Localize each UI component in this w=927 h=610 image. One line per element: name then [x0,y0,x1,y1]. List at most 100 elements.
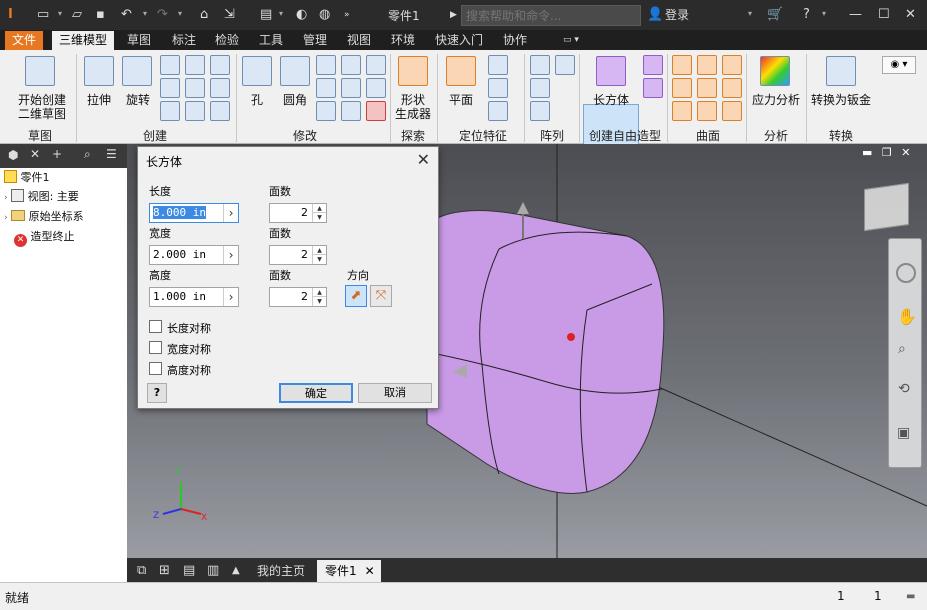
height-faces-value[interactable]: 2 [301,290,308,303]
height-value[interactable]: 1.000 in [153,290,206,303]
tab-menu-icon[interactable]: ▲ [224,560,248,582]
pan-icon[interactable]: ✋ [897,307,917,326]
derive-icon[interactable] [210,55,230,75]
tab-my-home[interactable]: 我的主页 [249,560,313,582]
fillet-icon[interactable] [280,56,310,86]
sweep-icon[interactable] [160,78,180,98]
steering-wheel-icon[interactable] [896,263,916,283]
unwrap-icon[interactable] [210,101,230,121]
height-menu-icon[interactable]: › [223,288,238,306]
stitch-icon[interactable] [672,55,692,75]
freeform-box-body[interactable] [426,210,665,494]
zoom-icon[interactable]: ⌕ [898,341,906,357]
login-dropdown-icon[interactable]: ▾ [748,9,752,18]
emboss-icon[interactable] [185,55,205,75]
width-symmetric-checkbox[interactable] [149,341,162,354]
shape-generator-icon[interactable] [398,56,428,86]
width-faces-spinner[interactable]: 2 ▲ ▼ [269,245,327,265]
cancel-button[interactable]: 取消 [358,383,432,403]
plane-icon[interactable] [446,56,476,86]
undo-dropdown-icon[interactable]: ▾ [143,9,147,18]
boundary-icon[interactable] [722,78,742,98]
circular-pattern-icon[interactable] [530,78,550,98]
trim-icon[interactable] [672,78,692,98]
spin-down-icon[interactable]: ▼ [312,213,326,222]
help-button[interactable]: ? [147,383,167,403]
revolve-button[interactable]: 旋转 [119,93,157,107]
more-icon[interactable]: » [344,7,350,23]
repair-icon[interactable] [697,101,717,121]
login-link[interactable]: 登录 [665,7,689,23]
delete-face-icon[interactable] [366,101,386,121]
convert-sheet-metal-icon[interactable] [826,56,856,86]
spin-down-icon[interactable]: ▼ [312,297,326,306]
combine-icon[interactable] [341,101,361,121]
spin-down-icon[interactable]: ▼ [312,255,326,264]
status-menu-icon[interactable]: ▬ [906,591,915,602]
ribbon-toggle-icon[interactable]: ▭ ▾ [556,31,586,50]
revolve-icon[interactable] [122,56,152,86]
minimize-view-icon[interactable]: ▬ [862,146,872,159]
convert-sheet-metal-button[interactable]: 转换为钣金 [808,93,874,107]
help-dropdown-icon[interactable]: ▾ [822,9,826,18]
redo-icon[interactable]: ↷ [157,7,168,23]
redo-dropdown-icon[interactable]: ▾ [178,9,182,18]
new-dropdown-icon[interactable]: ▾ [58,9,62,18]
close-tab-icon[interactable]: ✕ [365,560,375,582]
ucs-icon[interactable] [488,101,508,121]
thicken-icon[interactable] [366,55,386,75]
tab-view[interactable]: 视图 [340,31,378,50]
length-input[interactable]: 8.000 in › [149,203,239,223]
hole-button[interactable]: 孔 [240,93,274,107]
loft-icon[interactable] [160,55,180,75]
cart-icon[interactable]: 🛒 [767,7,783,23]
freeform-plane-icon[interactable] [643,55,663,75]
shell-icon[interactable] [316,78,336,98]
fillet-button[interactable]: 圆角 [276,93,314,107]
hole-icon[interactable] [242,56,272,86]
chamfer-icon[interactable] [316,55,336,75]
plane-button[interactable]: 平面 [442,93,480,107]
expand-icon[interactable]: › [4,193,8,203]
expand-icon[interactable]: › [4,213,8,223]
tree-item-origin[interactable]: › 原始坐标系 [4,208,84,226]
thread-icon[interactable] [341,55,361,75]
tab-environments[interactable]: 环境 [384,31,422,50]
freeform-cylinder-icon[interactable] [643,78,663,98]
copy-object-icon[interactable] [366,78,386,98]
home-icon[interactable]: ⌂ [200,7,208,23]
minimize-icon[interactable]: — [849,7,862,23]
rectangular-pattern-icon[interactable] [530,55,550,75]
restore-view-icon[interactable]: ❐ [882,146,892,159]
split-icon[interactable] [341,78,361,98]
fit-mesh-icon[interactable] [722,101,742,121]
tree-item-end-of-part[interactable]: ✕ 造型终止 [14,228,75,247]
height-faces-spinner[interactable]: 2 ▲ ▼ [269,287,327,307]
orbit-icon[interactable]: ⟲ [898,381,910,397]
height-input[interactable]: 1.000 in › [149,287,239,307]
grid-icon[interactable]: ⊞ [151,560,178,582]
box-button[interactable]: 长方体 [583,93,639,107]
new-file-icon[interactable]: ▭ [37,7,49,23]
tab-sketch[interactable]: 草图 [120,31,158,50]
app-logo-icon[interactable]: I [8,7,13,23]
select-icon[interactable]: ◐ [296,7,307,23]
length-symmetric-checkbox[interactable] [149,320,162,333]
help-icon[interactable]: ? [803,7,810,23]
freeform-box-icon[interactable] [596,56,626,86]
viewcube[interactable] [864,182,909,232]
tab-manage[interactable]: 管理 [296,31,334,50]
length-value[interactable]: 8.000 in [153,206,206,219]
material-icon[interactable]: ◍ [319,7,330,23]
close-view-icon[interactable]: ✕ [901,146,910,159]
close-window-icon[interactable]: ✕ [905,7,916,23]
width-faces-value[interactable]: 2 [301,248,308,261]
replace-face-icon[interactable] [672,101,692,121]
update-icon[interactable]: ▤ [260,7,272,23]
extrude-icon[interactable] [84,56,114,86]
rib-icon[interactable] [185,78,205,98]
search-input[interactable] [461,5,641,26]
look-at-icon[interactable]: ▣ [897,425,910,441]
spin-up-icon[interactable]: ▲ [312,288,326,297]
manipulator-arrow-head[interactable] [517,202,529,214]
